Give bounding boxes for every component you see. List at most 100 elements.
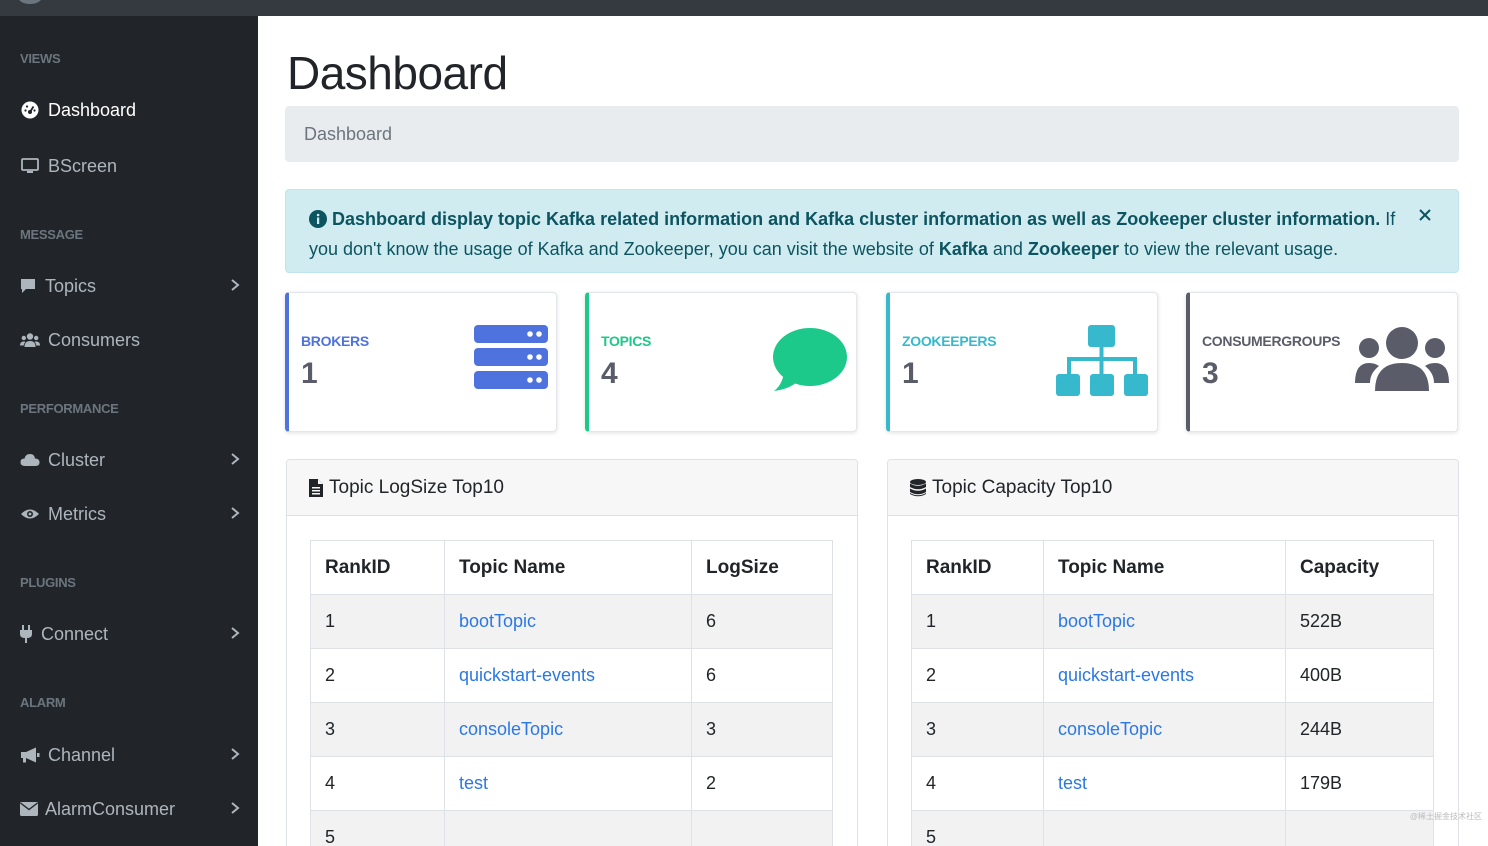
table-row: 4 test 179B (911, 756, 1434, 811)
info-icon (309, 209, 327, 236)
rank-cell: 5 (310, 810, 445, 846)
card-value: 1 (301, 357, 318, 390)
rank-cell: 2 (911, 648, 1044, 703)
column-header[interactable]: Topic Name (444, 540, 692, 595)
watermark: @稀土掘金技术社区 (1409, 812, 1482, 821)
brokers-card[interactable]: BROKERS 1 (285, 292, 557, 432)
sidebar-item-label: Cluster (48, 449, 106, 470)
sidebar-heading-plugins: PLUGINS (20, 575, 76, 590)
card-label: TOPICS (601, 333, 652, 349)
sidebar-item-label: Dashboard (48, 99, 137, 120)
dashboard-icon (20, 100, 40, 120)
sidebar: VIEWS Dashboard BScreen MESSAGE Topics C… (0, 16, 258, 846)
topic-cell: test (444, 756, 692, 811)
table-row: 3 consoleTopic 244B (911, 702, 1434, 757)
panel-title: Topic LogSize Top10 (329, 476, 504, 498)
topic-link[interactable]: bootTopic (459, 611, 536, 631)
card-value: 3 (1202, 357, 1219, 390)
logsize-cell: 6 (691, 648, 833, 703)
sidebar-item-consumers[interactable]: Consumers (0, 320, 258, 360)
zookeeper-link[interactable]: Zookeeper (1028, 239, 1119, 259)
comment-icon (20, 276, 36, 296)
server-icon (474, 325, 548, 396)
logsize-cell: 2 (691, 756, 833, 811)
alert-bold-text: Dashboard display topic Kafka related in… (332, 209, 1381, 229)
topic-cell: bootTopic (1043, 594, 1286, 649)
zookeepers-card[interactable]: ZOOKEEPERS 1 (886, 292, 1158, 432)
topic-link[interactable]: consoleTopic (459, 719, 563, 739)
alert-text: and (987, 239, 1028, 259)
topic-link[interactable]: quickstart-events (459, 665, 595, 685)
sidebar-item-channel[interactable]: Channel (0, 735, 258, 775)
column-header[interactable]: Capacity (1285, 540, 1434, 595)
brand-logo[interactable] (18, 0, 42, 4)
close-icon[interactable] (1418, 208, 1432, 222)
capacity-cell: 522B (1285, 594, 1434, 649)
sidebar-item-cluster[interactable]: Cluster (0, 440, 258, 480)
topic-link[interactable]: consoleTopic (1058, 719, 1162, 739)
column-header[interactable]: Topic Name (1043, 540, 1286, 595)
capacity-cell: 179B (1285, 756, 1434, 811)
info-alert: Dashboard display topic Kafka related in… (285, 189, 1459, 273)
sidebar-heading-views: VIEWS (20, 51, 61, 66)
capacity-cell: 244B (1285, 702, 1434, 757)
rank-cell: 3 (310, 702, 445, 757)
database-icon (910, 478, 926, 497)
card-label: ZOOKEEPERS (902, 333, 997, 349)
sidebar-item-label: BScreen (48, 155, 118, 176)
sidebar-heading-message: MESSAGE (20, 227, 83, 242)
sidebar-item-label: Connect (41, 623, 109, 644)
file-icon (309, 478, 323, 497)
capacity-table: RankID Topic Name Capacity 1 bootTopic 522… (911, 540, 1434, 846)
breadcrumb-item[interactable]: Dashboard (304, 124, 392, 144)
topic-cell: bootTopic (444, 594, 692, 649)
topics-card[interactable]: TOPICS 4 (585, 292, 857, 432)
rank-cell: 4 (310, 756, 445, 811)
topic-link[interactable]: quickstart-events (1058, 665, 1194, 685)
table-header-row: RankID Topic Name Capacity (911, 540, 1434, 595)
card-value: 1 (902, 357, 919, 390)
sidebar-item-label: Topics (45, 275, 97, 296)
comment-icon (772, 327, 848, 398)
topic-cell: test (1043, 756, 1286, 811)
card-label: BROKERS (301, 333, 369, 349)
sidebar-item-label: AlarmConsumer (45, 798, 176, 819)
topic-cell (1043, 810, 1286, 846)
topic-link[interactable]: test (459, 773, 488, 793)
breadcrumb: Dashboard (285, 106, 1459, 162)
kafka-link[interactable]: Kafka (939, 239, 988, 259)
topic-cell: quickstart-events (444, 648, 692, 703)
column-header[interactable]: RankID (911, 540, 1044, 595)
chevron-right-icon (231, 507, 240, 519)
logsize-table: RankID Topic Name LogSize 1 bootTopic 6 2q… (310, 540, 833, 846)
logsize-cell (691, 810, 833, 846)
topic-link[interactable]: test (1058, 773, 1087, 793)
column-header[interactable]: RankID (310, 540, 445, 595)
rank-cell: 1 (911, 594, 1044, 649)
sidebar-item-label: Channel (48, 744, 116, 765)
consumergroups-card[interactable]: CONSUMERGROUPS 3 (1186, 292, 1458, 432)
users-icon (1355, 327, 1449, 398)
sidebar-heading-alarm: ALARM (20, 695, 66, 710)
sidebar-item-topics[interactable]: Topics (0, 266, 258, 306)
table-row: 3 consoleTopic 3 (310, 702, 833, 757)
sidebar-item-connect[interactable]: Connect (0, 614, 258, 654)
top-navbar (0, 0, 1488, 16)
chevron-right-icon (231, 453, 240, 465)
rank-cell: 4 (911, 756, 1044, 811)
topic-cell (444, 810, 692, 846)
sidebar-heading-performance: PERFORMANCE (20, 401, 119, 416)
bullhorn-icon (20, 745, 40, 765)
table-row: 2 quickstart-events 6 (310, 648, 833, 703)
sidebar-item-alarmconsumer[interactable]: AlarmConsumer (0, 789, 258, 829)
alert-text: to view the relevant usage. (1118, 239, 1339, 259)
cloud-icon (20, 450, 40, 470)
sidebar-item-bscreen[interactable]: BScreen (0, 146, 258, 186)
capacity-panel: Topic Capacity Top10 RankID Topic Name C… (887, 459, 1459, 846)
sidebar-item-metrics[interactable]: Metrics (0, 494, 258, 534)
sidebar-item-dashboard[interactable]: Dashboard (0, 90, 258, 130)
column-header[interactable]: LogSize (691, 540, 833, 595)
table-header-row: RankID Topic Name LogSize (310, 540, 833, 595)
topic-link[interactable]: bootTopic (1058, 611, 1135, 631)
main-content: Dashboard Dashboard Dashboard display to… (258, 16, 1488, 846)
